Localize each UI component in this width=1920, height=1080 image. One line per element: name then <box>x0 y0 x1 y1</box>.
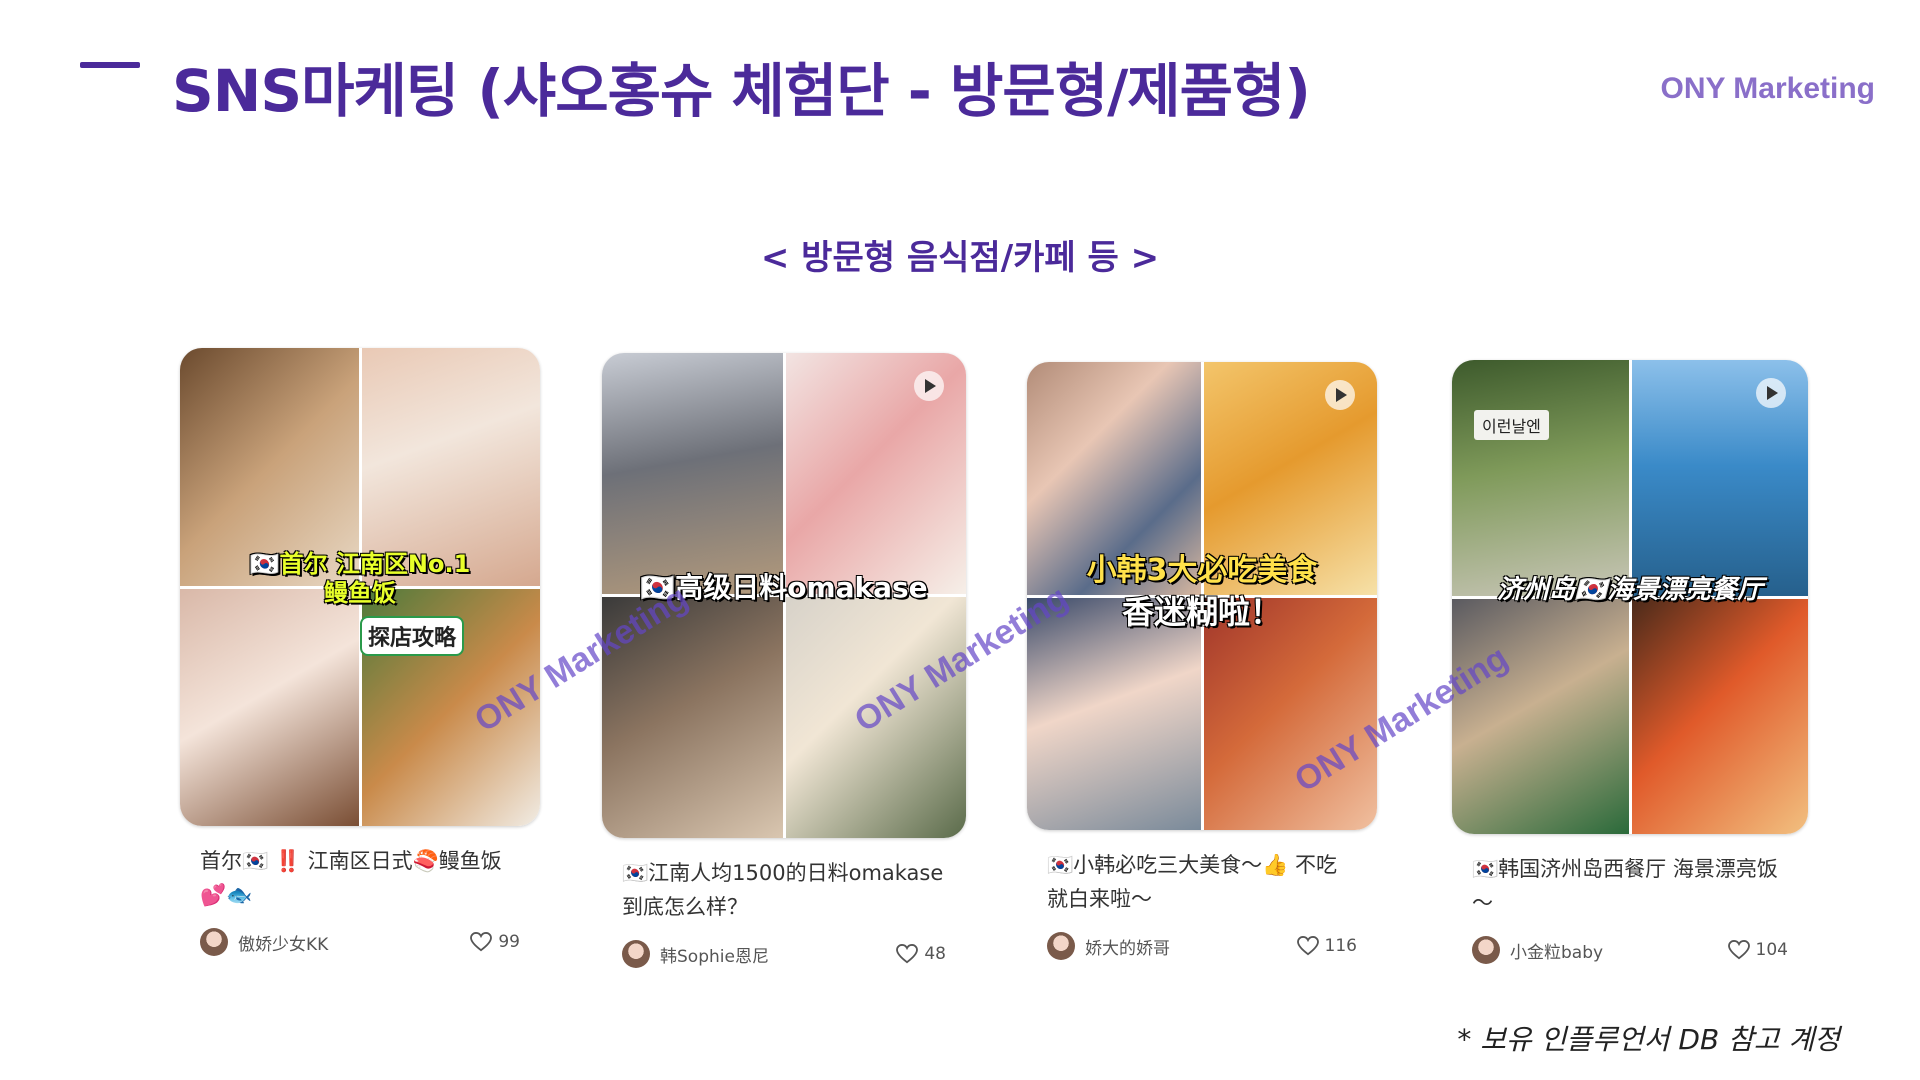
like-count: 48 <box>924 944 946 964</box>
post-thumbnail[interactable]: 🇰🇷首尔 江南区No.1 鳗鱼饭 探店攻略 <box>180 348 540 826</box>
author-name[interactable]: 傲娇少女KK <box>238 930 328 955</box>
like-count: 99 <box>498 932 520 952</box>
video-play-icon[interactable] <box>1756 378 1786 408</box>
video-play-icon[interactable] <box>914 371 944 401</box>
post-caption[interactable]: 🇰🇷江南人均1500的日料omakase到底怎么样？ <box>622 856 946 926</box>
thumbnail-overlay-text: 鳗鱼饭 <box>324 578 396 607</box>
post-caption[interactable]: 首尔🇰🇷 ‼️ 江南区日式🍣鳗鱼饭 💕🐟 <box>200 844 520 914</box>
video-play-icon[interactable] <box>1325 380 1355 410</box>
post-card-2[interactable]: 🇰🇷高级日料omakase 🇰🇷江南人均1500的日料omakase到底怎么样？… <box>602 353 966 968</box>
like-button[interactable]: 48 <box>896 944 946 964</box>
author-avatar[interactable] <box>622 940 650 968</box>
thumbnail-sticker: 探店攻略 <box>360 615 465 656</box>
thumbnail-overlay-text: 小韩3大必吃美食 <box>1086 552 1318 588</box>
author-name[interactable]: 小金粒baby <box>1510 938 1603 963</box>
post-caption[interactable]: 🇰🇷小韩必吃三大美食～👍 不吃就白来啦～ <box>1047 848 1357 918</box>
like-count: 116 <box>1324 936 1357 956</box>
post-card-1[interactable]: 🇰🇷首尔 江南区No.1 鳗鱼饭 探店攻略 首尔🇰🇷 ‼️ 江南区日式🍣鳗鱼饭 … <box>180 348 540 956</box>
author-avatar[interactable] <box>1047 932 1075 960</box>
post-caption[interactable]: 🇰🇷韩国济州岛西餐厅 海景漂亮饭～ <box>1472 852 1788 922</box>
post-thumbnail[interactable]: 이런날엔 济州岛🇰🇷海景漂亮餐厅 <box>1452 360 1808 834</box>
like-button[interactable]: 99 <box>470 932 520 952</box>
post-card-3[interactable]: 小韩3大必吃美食 香迷糊啦！ 🇰🇷小韩必吃三大美食～👍 不吃就白来啦～ 娇大的娇… <box>1027 362 1377 960</box>
heart-icon <box>896 944 919 964</box>
sign-text: 이런날엔 <box>1474 410 1549 440</box>
post-thumbnail[interactable]: 小韩3大必吃美食 香迷糊啦！ <box>1027 362 1377 830</box>
post-card-4[interactable]: 이런날엔 济州岛🇰🇷海景漂亮餐厅 🇰🇷韩国济州岛西餐厅 海景漂亮饭～ 小金粒ba… <box>1452 360 1808 964</box>
author-avatar[interactable] <box>1472 936 1500 964</box>
heart-icon <box>1727 940 1750 960</box>
author-avatar[interactable] <box>200 928 228 956</box>
like-button[interactable]: 104 <box>1727 940 1788 960</box>
author-name[interactable]: 娇大的娇哥 <box>1085 934 1170 959</box>
thumbnail-overlay-text: 香迷糊啦！ <box>1121 592 1282 631</box>
like-button[interactable]: 116 <box>1296 936 1357 956</box>
brand-logo: ONY Marketing <box>1660 72 1876 105</box>
thumbnail-overlay-text: 🇰🇷高级日料omakase <box>640 571 928 605</box>
page-title: SNS마케팅 (샤오홍슈 체험단 - 방문형/제품형) <box>172 57 1311 125</box>
heart-icon <box>1296 936 1319 956</box>
footnote: * 보유 인플루언서 DB 참고 계정 <box>1457 1023 1840 1056</box>
thumbnail-overlay-text: 济州岛🇰🇷海景漂亮餐厅 <box>1496 574 1764 605</box>
author-name[interactable]: 韩Sophie恩尼 <box>660 942 769 967</box>
section-subtitle: < 방문형 음식점/카페 등 > <box>760 238 1160 278</box>
like-count: 104 <box>1755 940 1788 960</box>
heart-icon <box>470 932 493 952</box>
post-thumbnail[interactable]: 🇰🇷高级日料omakase <box>602 353 966 838</box>
title-accent-bar <box>80 62 140 68</box>
